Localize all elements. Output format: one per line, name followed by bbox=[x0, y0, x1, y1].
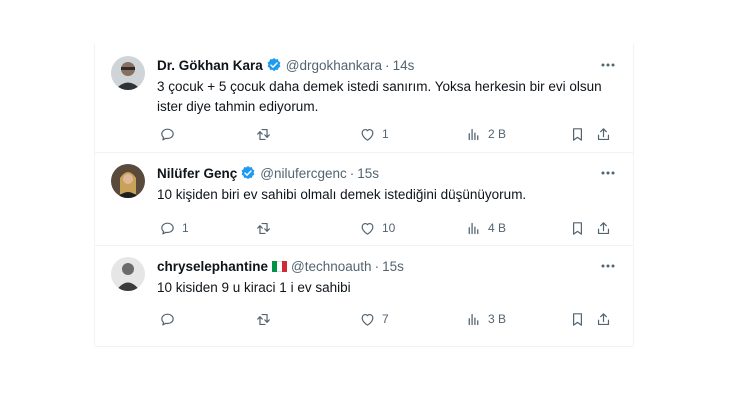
timestamp[interactable]: 14s bbox=[393, 58, 415, 73]
retweet-icon bbox=[255, 311, 272, 328]
avatar[interactable] bbox=[111, 257, 145, 291]
views-count: 4 B bbox=[488, 221, 507, 235]
share-icon bbox=[595, 126, 612, 143]
timestamp[interactable]: 15s bbox=[357, 166, 379, 181]
tweet-text: 10 kişiden biri ev sahibi olmalı demek i… bbox=[157, 187, 527, 202]
like-icon bbox=[359, 220, 376, 237]
share-button[interactable] bbox=[595, 218, 612, 238]
views-icon bbox=[465, 126, 482, 143]
like-icon bbox=[359, 126, 376, 143]
timestamp[interactable]: 15s bbox=[382, 259, 404, 274]
views-count: 2 B bbox=[488, 127, 507, 141]
retweet-icon bbox=[255, 126, 272, 143]
bookmark-icon bbox=[569, 311, 586, 328]
reply-icon bbox=[159, 311, 176, 328]
tweet-replies-panel: Dr. Gökhan Kara @drgokhankara · 14s 3 ço… bbox=[94, 44, 634, 347]
separator-dot: · bbox=[374, 258, 380, 274]
reply-button[interactable] bbox=[159, 124, 182, 144]
tweet-card[interactable]: Nilüfer Genç @nilufercgenc · 15s 10 kişi… bbox=[95, 152, 633, 246]
separator-dot: · bbox=[385, 57, 390, 73]
retweet-icon bbox=[255, 220, 272, 237]
bookmark-icon bbox=[569, 126, 586, 143]
author-handle[interactable]: @technoauth bbox=[291, 259, 372, 274]
reply-count: 1 bbox=[182, 221, 189, 235]
more-options-icon[interactable] bbox=[599, 259, 617, 273]
views-button[interactable]: 4 B bbox=[465, 218, 506, 238]
author-name[interactable]: Nilüfer Genç bbox=[157, 166, 237, 181]
retweet-button[interactable] bbox=[255, 124, 278, 144]
reply-button[interactable]: 1 bbox=[159, 218, 189, 238]
like-count: 1 bbox=[382, 127, 389, 141]
bookmark-button[interactable] bbox=[569, 124, 586, 144]
avatar[interactable] bbox=[111, 164, 145, 198]
like-button[interactable]: 7 bbox=[359, 309, 389, 329]
views-button[interactable]: 3 B bbox=[465, 309, 506, 329]
tweet-actions: 7 3 B bbox=[149, 309, 617, 329]
avatar[interactable] bbox=[111, 56, 145, 90]
bookmark-button[interactable] bbox=[569, 309, 586, 329]
tweet-text: 10 kisiden 9 u kiraci 1 i ev sahibi bbox=[157, 280, 351, 295]
reply-icon bbox=[159, 126, 176, 143]
tweet-actions: 1 2 B bbox=[149, 124, 617, 144]
author-name[interactable]: chryselephantine bbox=[157, 259, 268, 274]
author-handle[interactable]: @nilufercgenc bbox=[260, 166, 347, 181]
tweet-text: 3 çocuk + 5 çocuk daha demek istedi sanı… bbox=[157, 79, 602, 114]
share-button[interactable] bbox=[595, 309, 612, 329]
author-handle[interactable]: @drgokhankara bbox=[286, 58, 382, 73]
more-options-icon[interactable] bbox=[599, 58, 617, 72]
retweet-button[interactable] bbox=[255, 218, 278, 238]
share-button[interactable] bbox=[595, 124, 612, 144]
separator-dot: · bbox=[349, 165, 355, 181]
tweet-header: Dr. Gökhan Kara @drgokhankara · 14s bbox=[157, 56, 414, 74]
share-icon bbox=[595, 220, 612, 237]
tweet-header: chryselephantine @technoauth · 15s bbox=[157, 257, 404, 275]
bookmark-button[interactable] bbox=[569, 218, 586, 238]
like-icon bbox=[359, 311, 376, 328]
verified-badge-icon bbox=[240, 165, 256, 181]
more-options-icon[interactable] bbox=[599, 166, 617, 180]
reply-button[interactable] bbox=[159, 309, 182, 329]
views-icon bbox=[465, 311, 482, 328]
tweet-header: Nilüfer Genç @nilufercgenc · 15s bbox=[157, 164, 379, 182]
share-icon bbox=[595, 311, 612, 328]
verified-badge-icon bbox=[266, 57, 282, 73]
tweet-card[interactable]: Dr. Gökhan Kara @drgokhankara · 14s 3 ço… bbox=[95, 44, 633, 153]
author-name[interactable]: Dr. Gökhan Kara bbox=[157, 58, 263, 73]
views-button[interactable]: 2 B bbox=[465, 124, 506, 144]
like-count: 10 bbox=[382, 221, 396, 235]
like-count: 7 bbox=[382, 312, 389, 326]
italy-flag-icon bbox=[272, 260, 288, 272]
views-count: 3 B bbox=[488, 312, 507, 326]
reply-icon bbox=[159, 220, 176, 237]
bookmark-icon bbox=[569, 220, 586, 237]
retweet-button[interactable] bbox=[255, 309, 278, 329]
tweet-actions: 1 10 4 B bbox=[149, 218, 617, 238]
tweet-card[interactable]: chryselephantine @technoauth · 15s 10 ki… bbox=[95, 245, 633, 347]
like-button[interactable]: 10 bbox=[359, 218, 395, 238]
like-button[interactable]: 1 bbox=[359, 124, 389, 144]
views-icon bbox=[465, 220, 482, 237]
